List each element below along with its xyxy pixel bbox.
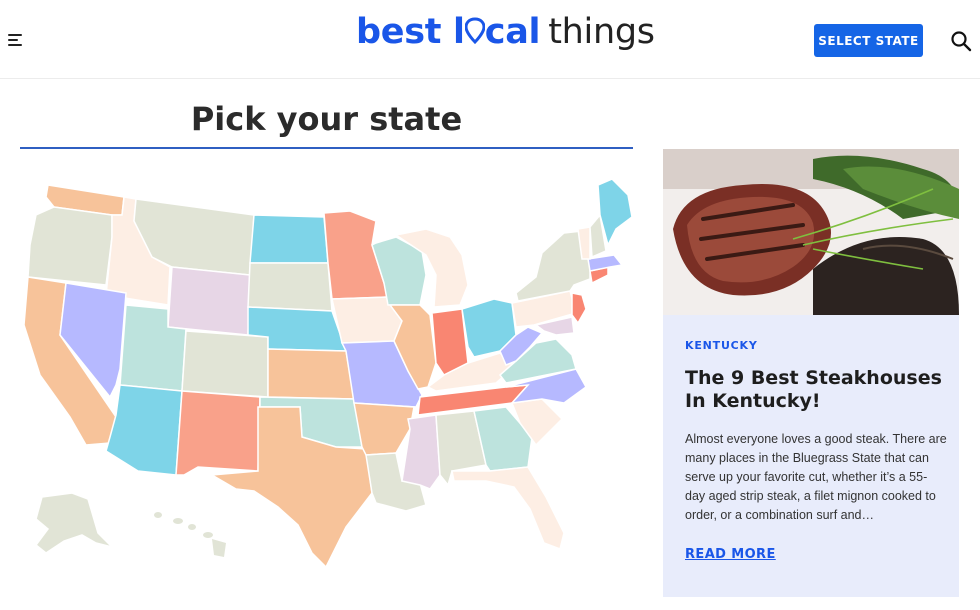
state-north-dakota[interactable] <box>249 214 329 264</box>
state-florida[interactable] <box>451 466 565 550</box>
state-massachusetts[interactable] <box>587 254 624 272</box>
hamburger-menu-icon[interactable] <box>6 31 26 49</box>
state-arizona[interactable] <box>105 384 183 476</box>
state-colorado[interactable] <box>181 330 269 398</box>
article-title[interactable]: The 9 Best Steakhouses In Kentucky! <box>685 367 945 413</box>
state-new-york[interactable] <box>515 230 591 302</box>
state-oregon[interactable] <box>27 206 113 286</box>
site-header: best l cal things SELECT STATE <box>0 0 980 79</box>
article-category[interactable]: KENTUCKY <box>685 339 758 352</box>
article-excerpt: Almost everyone loves a good steak. Ther… <box>685 432 947 522</box>
read-more-link[interactable]: READ MORE <box>685 547 776 562</box>
state-kansas[interactable] <box>267 348 355 400</box>
state-alaska[interactable] <box>34 492 115 554</box>
state-south-dakota[interactable] <box>247 262 333 312</box>
site-logo[interactable]: best l cal things <box>356 12 655 64</box>
logo-text-best-l: best l <box>356 12 465 52</box>
logo-text-cal: cal <box>484 12 541 52</box>
location-pin-icon <box>464 14 486 45</box>
state-new-mexico[interactable] <box>175 390 261 476</box>
logo-text-things: things <box>548 12 655 52</box>
select-state-button[interactable]: SELECT STATE <box>814 24 923 57</box>
search-icon[interactable] <box>950 30 972 52</box>
state-arkansas[interactable] <box>353 402 415 456</box>
state-hawaii[interactable] <box>154 512 226 557</box>
us-states-map <box>16 175 636 575</box>
state-wyoming[interactable] <box>167 266 251 336</box>
state-new-jersey[interactable] <box>571 292 587 325</box>
page-title: Pick your state <box>190 100 463 138</box>
featured-article-card: KENTUCKY The 9 Best Steakhouses In Kentu… <box>663 149 959 597</box>
grilled-steak-photo[interactable] <box>663 149 959 315</box>
title-divider <box>20 147 633 149</box>
